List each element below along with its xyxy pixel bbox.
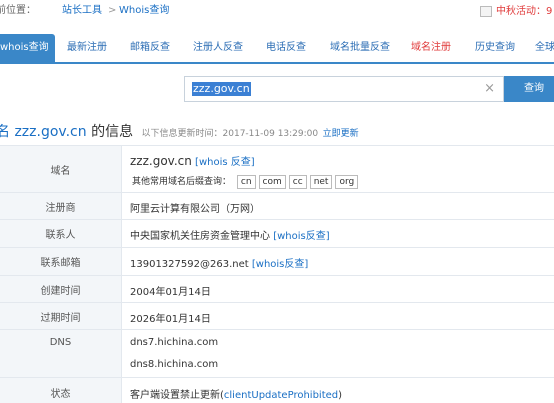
tab-latest-registered[interactable]: 最新注册 xyxy=(67,34,107,62)
row-dns: DNS dns7.hichina.com dns8.hichina.com xyxy=(0,329,554,377)
promo-text[interactable]: 中秋活动：9 xyxy=(496,4,552,19)
tab-email-reverse[interactable]: 邮箱反查 xyxy=(130,34,170,62)
row-label: 过期时间 xyxy=(0,303,122,329)
whois-reverse-link[interactable]: [whois反查] xyxy=(252,259,308,270)
row-label: 创建时间 xyxy=(0,276,122,302)
tab-phone-reverse[interactable]: 电话反查 xyxy=(266,34,306,62)
row-contact: 联系人 中央国家机关住房资金管理中心 [whois反查] xyxy=(0,219,554,247)
row-email: 联系邮箱 13901327592@263.net [whois反查] xyxy=(0,247,554,275)
suffix-chip[interactable]: com xyxy=(258,175,286,189)
row-value: 客户端设置禁止更新(clientUpdateProhibited) xyxy=(130,386,342,401)
update-time-note: 以下信息更新时间：2017-11-09 13:29:00 xyxy=(141,129,319,139)
dns-value: dns8.hichina.com xyxy=(130,359,219,370)
suffix-chip[interactable]: org xyxy=(335,175,359,189)
search-button[interactable]: 查询 xyxy=(504,76,554,102)
domain-value: zzz.gov.cn xyxy=(130,154,192,168)
row-value: 2004年01月14日 xyxy=(130,287,211,298)
breadcrumb-site-link[interactable]: 站长工具 xyxy=(62,0,102,22)
row-label: 状态 xyxy=(0,378,122,403)
row-expires: 过期时间 2026年01月14日 xyxy=(0,302,554,329)
status-value: 客户端设置禁止更新( xyxy=(130,390,224,401)
suffix-chip[interactable]: cn xyxy=(236,175,256,189)
title-domain: zzz.gov.cn xyxy=(14,124,87,140)
row-label: DNS xyxy=(0,330,122,377)
checkbox-icon[interactable] xyxy=(480,6,492,17)
status-close: ) xyxy=(338,390,343,401)
title-prefix: 名 xyxy=(0,124,10,140)
row-value: 2026年01月14日 xyxy=(130,314,211,325)
tab-bar: whois查询 最新注册 邮箱反查 注册人反查 电话反查 域名批量反查 域名注册… xyxy=(0,34,554,64)
title-suffix: 的信息 xyxy=(86,124,134,140)
whois-reverse-link[interactable]: [whois反查] xyxy=(273,231,329,242)
tab-registrant-reverse[interactable]: 注册人反查 xyxy=(193,34,243,62)
row-label: 注册商 xyxy=(0,193,122,219)
other-suffixes: 其他常用域名后缀查询： cn com cc net org xyxy=(132,174,359,189)
breadcrumb: 前位置： 站长工具 > Whois查询 中秋活动：9 xyxy=(0,0,554,22)
page-title: 名 zzz.gov.cn 的信息 以下信息更新时间：2017-11-09 13:… xyxy=(0,123,359,143)
row-value: 阿里云计算有限公司（万网） xyxy=(130,204,260,215)
contact-value: 中央国家机关住房资金管理中心 xyxy=(130,231,270,242)
row-value: zzz.gov.cn [whois 反查] xyxy=(130,153,255,168)
tab-domain-register[interactable]: 域名注册 xyxy=(411,34,451,62)
row-domain: 域名 zzz.gov.cn [whois 反查] 其他常用域名后缀查询： cn c… xyxy=(0,145,554,192)
row-value: 中央国家机关住房资金管理中心 [whois反查] xyxy=(130,227,330,242)
row-registrar: 注册商 阿里云计算有限公司（万网） xyxy=(0,192,554,219)
row-label: 域名 xyxy=(0,146,122,192)
tab-whois[interactable]: whois查询 xyxy=(0,34,55,62)
email-value: 13901327592@263.net xyxy=(130,259,249,270)
suffix-chip[interactable]: net xyxy=(309,175,333,189)
suffix-chip[interactable]: cc xyxy=(288,175,307,189)
whois-reverse-link[interactable]: [whois 反查] xyxy=(195,157,255,168)
other-suffix-label: 其他常用域名后缀查询： xyxy=(132,177,232,187)
row-created: 创建时间 2004年01月14日 xyxy=(0,275,554,302)
row-label: 联系邮箱 xyxy=(0,248,122,275)
search-input[interactable]: zzz.gov.cn × xyxy=(184,76,504,102)
status-code-link[interactable]: clientUpdateProhibited xyxy=(224,390,338,401)
dns-value: dns7.hichina.com xyxy=(130,337,219,348)
refresh-link[interactable]: 立即更新 xyxy=(323,129,359,139)
tab-history[interactable]: 历史查询 xyxy=(475,34,515,62)
row-label: 联系人 xyxy=(0,220,122,247)
tab-global[interactable]: 全球 xyxy=(535,34,554,62)
breadcrumb-label: 前位置： xyxy=(0,5,36,16)
close-icon[interactable]: × xyxy=(484,81,495,96)
row-status: 状态 客户端设置禁止更新(clientUpdateProhibited) xyxy=(0,377,554,403)
whois-page: 前位置： 站长工具 > Whois查询 中秋活动：9 whois查询 最新注册 … xyxy=(0,0,554,403)
row-value: 13901327592@263.net [whois反查] xyxy=(130,255,308,270)
breadcrumb-current[interactable]: Whois查询 xyxy=(119,0,169,22)
search-value[interactable]: zzz.gov.cn xyxy=(192,82,251,96)
tab-batch-reverse[interactable]: 域名批量反查 xyxy=(330,34,390,62)
breadcrumb-separator: > xyxy=(108,5,117,16)
